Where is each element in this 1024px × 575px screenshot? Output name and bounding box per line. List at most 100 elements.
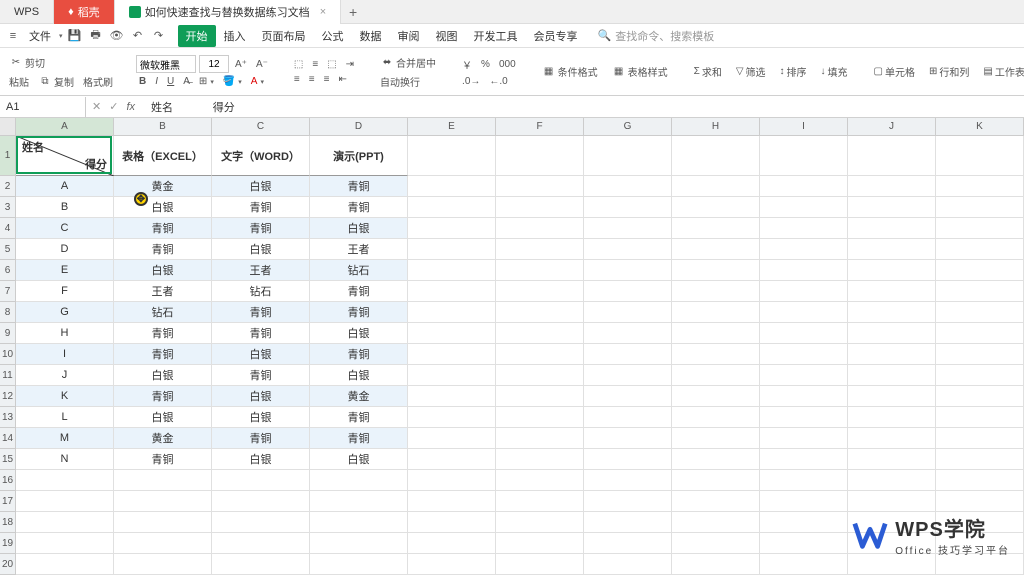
cell-D6[interactable]: 钻石: [310, 260, 408, 281]
cell-I10[interactable]: [760, 344, 848, 365]
cell-I13[interactable]: [760, 407, 848, 428]
cell-H11[interactable]: [672, 365, 760, 386]
select-all-corner[interactable]: [0, 118, 16, 135]
cell-format-button[interactable]: ▢单元格: [871, 63, 918, 80]
ribbon-tab-6[interactable]: 视图: [428, 25, 466, 47]
cell-C14[interactable]: 青铜: [212, 428, 310, 449]
cell-B19[interactable]: [114, 533, 212, 554]
cell-H17[interactable]: [672, 491, 760, 512]
tab-add-button[interactable]: +: [341, 0, 365, 24]
cell-B8[interactable]: 钻石: [114, 302, 212, 323]
cell-E8[interactable]: [408, 302, 496, 323]
cell-G1[interactable]: [584, 136, 672, 176]
cell-A7[interactable]: F: [16, 281, 114, 302]
cell-E2[interactable]: [408, 176, 496, 197]
cell-B7[interactable]: 王者: [114, 281, 212, 302]
cell-G18[interactable]: [584, 512, 672, 533]
cell-H16[interactable]: [672, 470, 760, 491]
col-header-C[interactable]: C: [212, 118, 310, 135]
cell-A19[interactable]: [16, 533, 114, 554]
cell-D17[interactable]: [310, 491, 408, 512]
col-header-H[interactable]: H: [672, 118, 760, 135]
cell-style-button[interactable]: ▦表格样式: [609, 63, 671, 80]
font-size-input[interactable]: [199, 55, 229, 73]
cell-D18[interactable]: [310, 512, 408, 533]
cell-I15[interactable]: [760, 449, 848, 470]
cell-E13[interactable]: [408, 407, 496, 428]
cell-J12[interactable]: [848, 386, 936, 407]
cell-A16[interactable]: [16, 470, 114, 491]
cell-I14[interactable]: [760, 428, 848, 449]
cell-E16[interactable]: [408, 470, 496, 491]
cell-G9[interactable]: [584, 323, 672, 344]
cell-A4[interactable]: C: [16, 218, 114, 239]
col-header-J[interactable]: J: [848, 118, 936, 135]
cell-C19[interactable]: [212, 533, 310, 554]
cell-F14[interactable]: [496, 428, 584, 449]
cell-E18[interactable]: [408, 512, 496, 533]
indent-button[interactable]: ⇥: [343, 58, 357, 71]
cell-B10[interactable]: 青铜: [114, 344, 212, 365]
ribbon-tab-3[interactable]: 公式: [314, 25, 352, 47]
cell-C15[interactable]: 白银: [212, 449, 310, 470]
format-painter-button[interactable]: 格式刷: [80, 73, 116, 90]
cell-B3[interactable]: 白银: [114, 197, 212, 218]
row-header-18[interactable]: 18: [0, 512, 16, 533]
row-header-11[interactable]: 11: [0, 365, 16, 386]
cell-J9[interactable]: [848, 323, 936, 344]
cell-J3[interactable]: [848, 197, 936, 218]
cell-F7[interactable]: [496, 281, 584, 302]
tab-wps[interactable]: WPS: [0, 0, 54, 24]
cell-F3[interactable]: [496, 197, 584, 218]
row-header-2[interactable]: 2: [0, 176, 16, 197]
cell-C13[interactable]: 白银: [212, 407, 310, 428]
cell-H5[interactable]: [672, 239, 760, 260]
ribbon-tab-5[interactable]: 审阅: [390, 25, 428, 47]
cell-K14[interactable]: [936, 428, 1024, 449]
cell-K13[interactable]: [936, 407, 1024, 428]
row-col-button[interactable]: ⊞行和列: [926, 63, 972, 80]
cell-F9[interactable]: [496, 323, 584, 344]
cell-G4[interactable]: [584, 218, 672, 239]
cell-A15[interactable]: N: [16, 449, 114, 470]
cell-G7[interactable]: [584, 281, 672, 302]
cell-B17[interactable]: [114, 491, 212, 512]
cell-J2[interactable]: [848, 176, 936, 197]
cell-C11[interactable]: 青铜: [212, 365, 310, 386]
cell-J6[interactable]: [848, 260, 936, 281]
bold-button[interactable]: B: [136, 75, 149, 88]
col-header-G[interactable]: G: [584, 118, 672, 135]
strike-button[interactable]: A̶: [180, 75, 193, 88]
align-top-button[interactable]: ⬚: [291, 58, 306, 71]
cell-K12[interactable]: [936, 386, 1024, 407]
cell-E14[interactable]: [408, 428, 496, 449]
col-header-B[interactable]: B: [114, 118, 212, 135]
cell-F2[interactable]: [496, 176, 584, 197]
row-header-5[interactable]: 5: [0, 239, 16, 260]
cell-D19[interactable]: [310, 533, 408, 554]
worksheet-button[interactable]: ▤工作表: [980, 63, 1024, 80]
cell-A1[interactable]: 姓名得分: [16, 136, 114, 176]
cell-D16[interactable]: [310, 470, 408, 491]
sum-button[interactable]: Σ求和: [691, 63, 725, 80]
cell-D15[interactable]: 白银: [310, 449, 408, 470]
cell-H7[interactable]: [672, 281, 760, 302]
fx-icon[interactable]: fx: [126, 101, 135, 113]
cell-F12[interactable]: [496, 386, 584, 407]
cell-I8[interactable]: [760, 302, 848, 323]
cell-B1[interactable]: 表格（EXCEL）: [114, 136, 212, 176]
cell-C1[interactable]: 文字（WORD）: [212, 136, 310, 176]
row-header-10[interactable]: 10: [0, 344, 16, 365]
cell-E3[interactable]: [408, 197, 496, 218]
cell-D14[interactable]: 青铜: [310, 428, 408, 449]
row-header-8[interactable]: 8: [0, 302, 16, 323]
cell-G12[interactable]: [584, 386, 672, 407]
cell-A3[interactable]: B: [16, 197, 114, 218]
cell-E19[interactable]: [408, 533, 496, 554]
cell-E17[interactable]: [408, 491, 496, 512]
cancel-formula-icon[interactable]: ✕: [92, 100, 101, 113]
cell-D12[interactable]: 黄金: [310, 386, 408, 407]
comma-button[interactable]: 000: [496, 58, 519, 71]
cell-F4[interactable]: [496, 218, 584, 239]
cell-J17[interactable]: [848, 491, 936, 512]
